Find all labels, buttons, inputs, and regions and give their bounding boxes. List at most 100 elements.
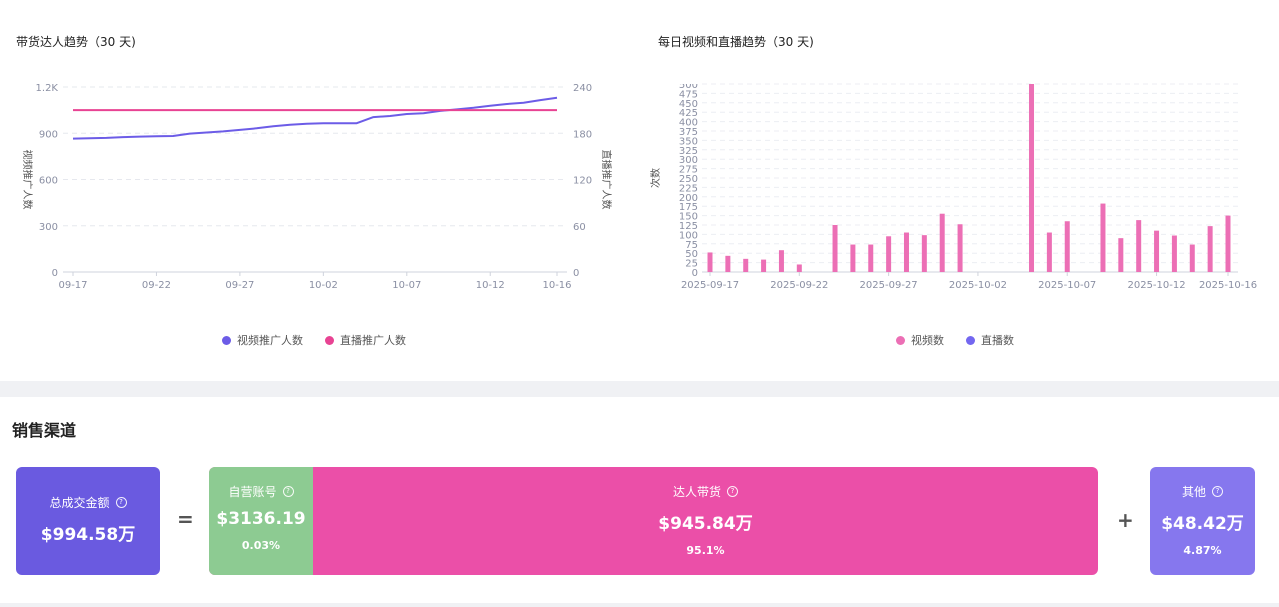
- x-tick-label: 10-16: [542, 280, 571, 291]
- question-circle-icon[interactable]: ?: [727, 486, 738, 497]
- y-tick-label: 100: [679, 230, 698, 241]
- legend-item-lives[interactable]: 直播数: [966, 332, 1014, 348]
- self-account-label: 自营账号: [228, 485, 277, 499]
- legend-label: 视频数: [911, 334, 944, 347]
- bar-视频数: [1029, 84, 1035, 272]
- y-tick-label: 0: [692, 268, 698, 279]
- influencer-percent: 95.1%: [686, 544, 725, 557]
- bar-视频数: [868, 244, 874, 272]
- x-tick-label: 10-07: [392, 280, 421, 291]
- influencer-segment[interactable]: 达人带货 ? $945.84万 95.1%: [313, 467, 1098, 575]
- bar-视频数: [886, 236, 892, 272]
- self-account-percent: 0.03%: [241, 539, 281, 552]
- sales-channel-card: 销售渠道 总成交金额 ? $994.58万 = 自营账号 ? $3136.19 …: [0, 397, 1279, 603]
- total-gmv-label-row: 总成交金额 ?: [16, 494, 160, 511]
- bar-视频数: [778, 250, 784, 272]
- x-tick-label: 10-12: [476, 280, 505, 291]
- legend-dot-icon: [325, 335, 334, 345]
- bar-视频数: [903, 232, 909, 272]
- x-tick-label: 10-02: [309, 280, 338, 291]
- self-account-segment[interactable]: 自营账号 ? $3136.19 0.03%: [209, 467, 313, 575]
- bar-视频数: [939, 213, 945, 272]
- bar-视频数: [761, 259, 767, 272]
- bar-视频数: [743, 258, 749, 272]
- y-tick-label: 150: [679, 212, 698, 223]
- series-line-video-promoters: [72, 96, 558, 140]
- bar-视频数: [1136, 220, 1142, 272]
- self-account-amount: $3136.19: [216, 509, 306, 529]
- other-label-row: 其他 ?: [1150, 483, 1255, 500]
- total-gmv-amount: $994.58万: [40, 525, 136, 545]
- y-tick-label: 0: [52, 268, 58, 279]
- legend-dot-icon: [966, 335, 975, 345]
- y-tick-label: 325: [679, 146, 698, 157]
- question-circle-icon[interactable]: ?: [1212, 486, 1223, 497]
- right-chart-title: 每日视频和直播趋势（30 天): [658, 35, 814, 49]
- bar-视频数: [796, 264, 802, 272]
- bar-视频数: [1118, 238, 1124, 272]
- influencer-label-row: 达人带货 ?: [313, 483, 1098, 500]
- bar-视频数: [921, 235, 927, 272]
- y-tick-label: 125: [679, 221, 698, 232]
- y-tick-label: 475: [679, 89, 698, 100]
- other-percent: 4.87%: [1183, 544, 1222, 557]
- y-tick-label: 175: [679, 202, 698, 213]
- total-gmv-label: 总成交金额: [49, 496, 110, 510]
- plus-sign: +: [1117, 508, 1134, 532]
- other-label: 其他: [1181, 485, 1206, 499]
- y2-axis-title: 直播推广人数: [600, 150, 613, 210]
- bar-视频数: [1171, 235, 1177, 272]
- bar-视频数: [832, 225, 838, 272]
- bar-视频数: [707, 252, 713, 272]
- question-circle-icon[interactable]: ?: [115, 497, 127, 508]
- bar-视频数: [1189, 244, 1195, 272]
- y-tick-label: 900: [39, 129, 58, 140]
- other-amount: $48.42万: [1161, 514, 1244, 534]
- bar-视频数: [1100, 203, 1106, 272]
- x-tick-label: 2025-10-16: [1199, 280, 1257, 291]
- y2-tick-label: 0: [573, 268, 579, 279]
- legend-dot-icon: [896, 335, 905, 345]
- left-chart-legend: 视频推广人数 直播推广人数: [222, 332, 406, 348]
- x-tick-label: 09-17: [58, 280, 87, 291]
- y-tick-label: 500: [679, 80, 698, 91]
- y-tick-label: 50: [685, 249, 698, 260]
- legend-dot-icon: [222, 335, 231, 345]
- x-tick-label: 2025-10-02: [949, 280, 1007, 291]
- section-title: 销售渠道: [12, 421, 77, 440]
- left-chart-title: 带货达人趋势（30 天): [16, 35, 136, 49]
- influencer-trend-chart[interactable]: 0 300 600 900 1.2K 0 60 120 180 240 09-17 09-22 09-2…: [0, 70, 620, 300]
- y2-tick-label: 180: [573, 129, 592, 140]
- y-tick-label: 275: [679, 165, 698, 176]
- x-tick-label: 2025-10-07: [1038, 280, 1096, 291]
- total-gmv-box: 总成交金额 ? $994.58万: [16, 467, 160, 575]
- y2-tick-label: 60: [573, 222, 586, 233]
- bar-视频数: [725, 255, 731, 272]
- legend-item-videos[interactable]: 视频数: [896, 332, 944, 348]
- bar-视频数: [850, 244, 856, 272]
- legend-item-live-promoters[interactable]: 直播推广人数: [325, 332, 406, 348]
- y-tick-label: 225: [679, 183, 698, 194]
- bar-视频数: [1046, 232, 1052, 272]
- bar-视频数: [1064, 221, 1070, 272]
- bar-视频数: [957, 224, 963, 272]
- daily-video-live-chart[interactable]: 0255075100125150175200225250275300325350…: [640, 70, 1279, 300]
- legend-label: 直播数: [981, 334, 1014, 347]
- y-tick-label: 250: [679, 174, 698, 185]
- equals-sign: =: [177, 507, 194, 531]
- legend-item-video-promoters[interactable]: 视频推广人数: [222, 332, 303, 348]
- y-tick-label: 425: [679, 108, 698, 119]
- legend-label: 视频推广人数: [237, 334, 303, 347]
- right-chart-legend: 视频数 直播数: [896, 332, 1014, 348]
- y-tick-label: 450: [679, 99, 698, 110]
- y-tick-label: 600: [39, 176, 58, 187]
- question-circle-icon[interactable]: ?: [282, 486, 294, 497]
- other-channel-box[interactable]: 其他 ? $48.42万 4.87%: [1150, 467, 1255, 575]
- y-tick-label: 300: [679, 155, 698, 166]
- bar-视频数: [1225, 215, 1231, 272]
- y-tick-label: 1.2K: [36, 83, 59, 94]
- y-tick-label: 400: [679, 118, 698, 129]
- bar-视频数: [1154, 230, 1160, 272]
- bar-视频数: [1207, 226, 1213, 272]
- y-axis-title: 次数: [649, 168, 662, 188]
